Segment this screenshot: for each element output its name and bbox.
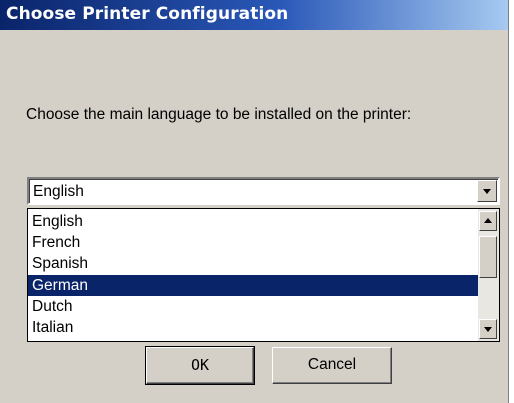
language-prompt: Choose the main language to be installed… <box>26 106 412 123</box>
list-item-dutch[interactable]: Dutch <box>28 296 478 317</box>
ok-button[interactable]: OK <box>145 346 255 385</box>
title-bar[interactable]: Choose Printer Configuration <box>0 0 508 30</box>
list-item-english[interactable]: English <box>28 211 478 232</box>
cancel-button-label: Cancel <box>307 356 357 373</box>
window-title: Choose Printer Configuration <box>6 4 289 24</box>
combobox-value: English <box>33 183 84 200</box>
chevron-down-icon <box>483 189 491 194</box>
list-item-french[interactable]: French <box>28 232 478 253</box>
language-combobox[interactable]: English <box>27 177 500 205</box>
list-item-spanish[interactable]: Spanish <box>28 253 478 274</box>
cancel-button[interactable]: Cancel <box>272 347 392 384</box>
list-scrollbar[interactable] <box>478 209 499 341</box>
list-item-german[interactable]: German <box>28 274 478 296</box>
dropdown-button[interactable] <box>477 180 497 202</box>
scroll-down-button[interactable] <box>479 319 497 339</box>
scroll-down-arrow-icon <box>484 327 492 332</box>
scroll-thumb[interactable] <box>479 236 497 278</box>
printer-config-dialog: Choose Printer Configuration Choose the … <box>0 0 509 403</box>
scroll-up-button[interactable] <box>479 211 497 231</box>
scroll-up-arrow-icon <box>484 218 492 223</box>
list-item-italian[interactable]: Italian <box>28 317 478 338</box>
ok-button-label: OK <box>190 356 210 374</box>
language-dropdown-list[interactable]: English French Spanish German Dutch Ital… <box>27 208 500 342</box>
